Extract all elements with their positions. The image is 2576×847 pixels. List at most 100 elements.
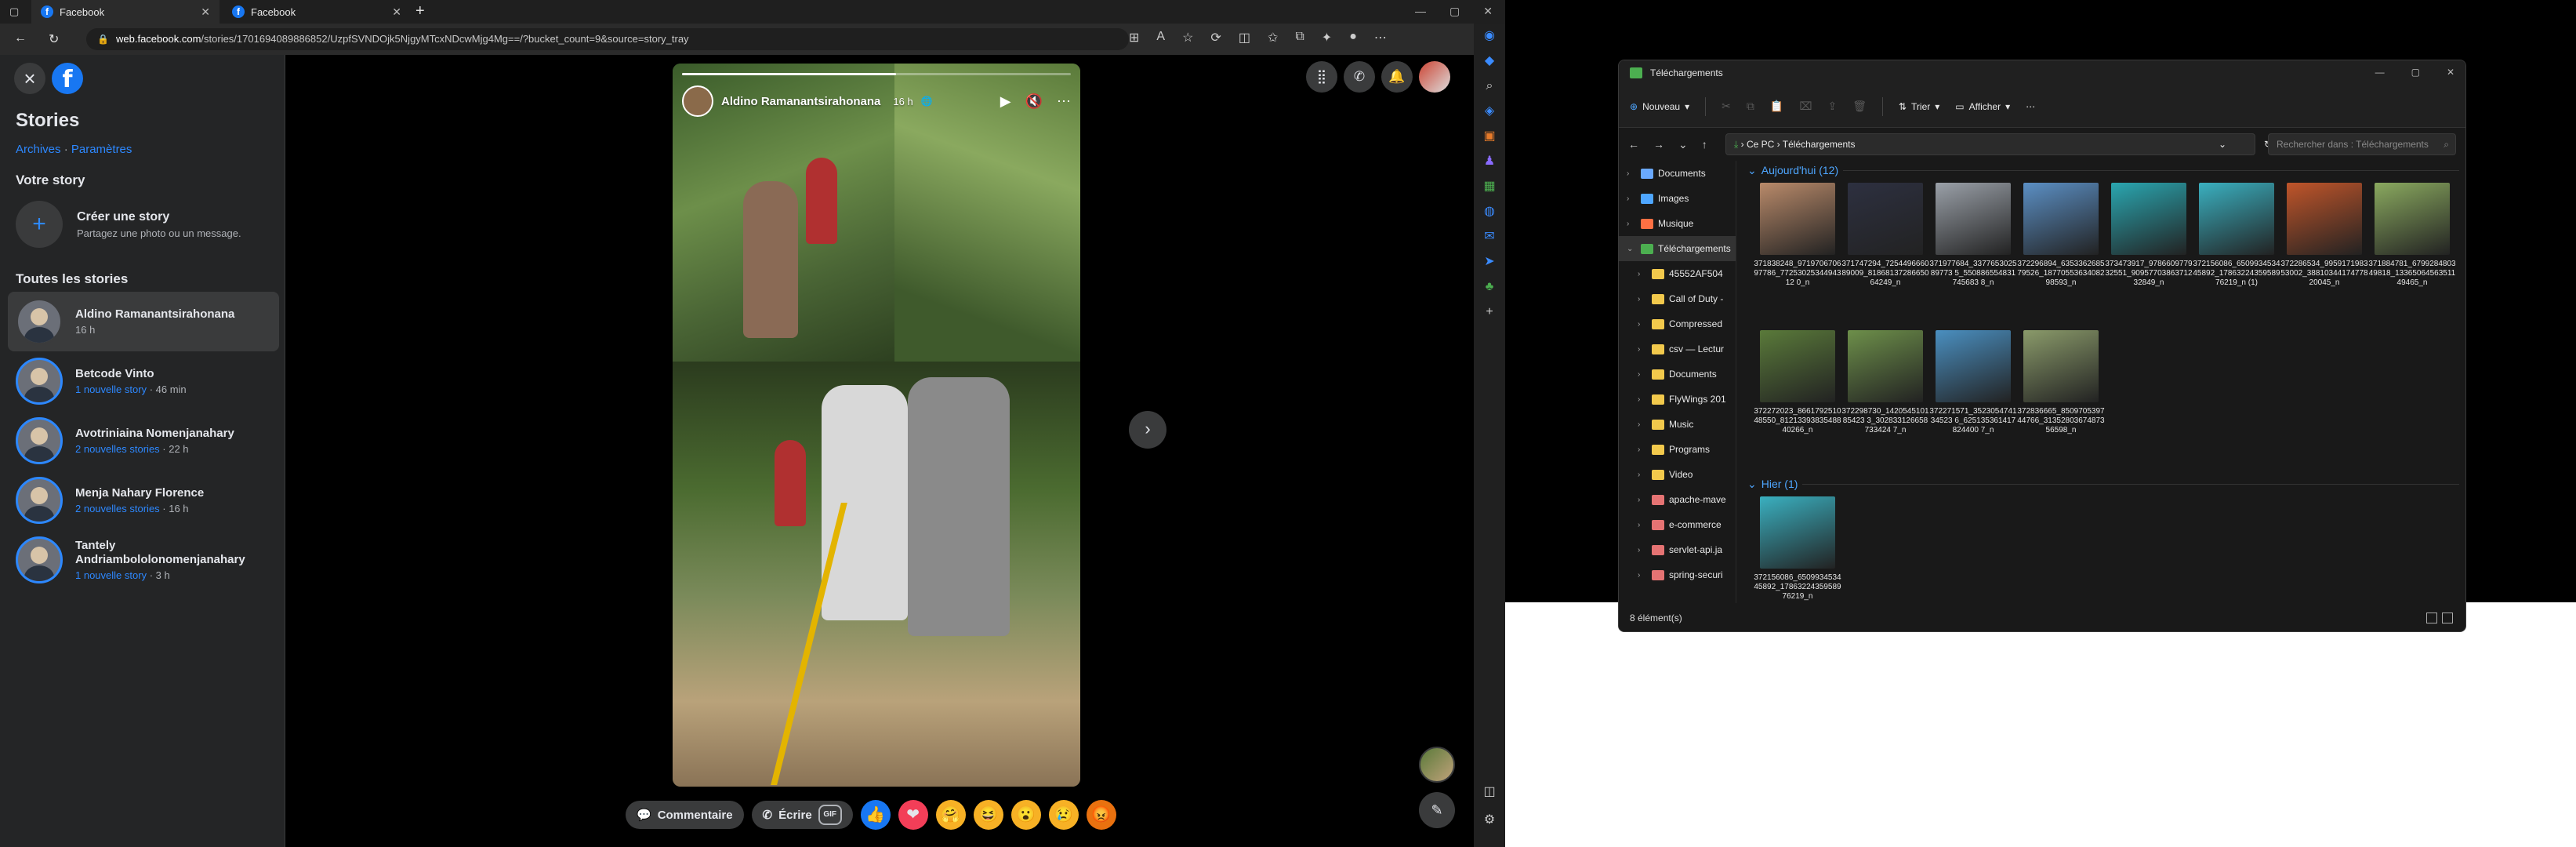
breadcrumb-current[interactable]: Téléchargements [1783, 139, 1856, 150]
new-button[interactable]: ⊕ Nouveau ▾ [1630, 101, 1689, 112]
tree-item[interactable]: › e-commerce [1619, 512, 1736, 537]
apps-icon[interactable]: ⊞ [1129, 30, 1139, 45]
copy-icon[interactable]: ⧉ [1747, 100, 1754, 113]
copilot-icon[interactable]: ◉ [1474, 24, 1505, 49]
rename-icon[interactable]: ⌧ [1799, 100, 1812, 113]
tree-item[interactable]: › Images [1619, 186, 1736, 211]
file-item[interactable]: 371747294_725449666089009_81868137286650… [1841, 180, 1929, 327]
profile-icon[interactable]: ● [1349, 30, 1357, 45]
tree-item[interactable]: ⌄ Téléchargements [1619, 236, 1736, 261]
close-window-icon[interactable]: ✕ [1483, 5, 1493, 18]
maximize-icon[interactable]: ▢ [1449, 5, 1460, 18]
file-item[interactable]: 371838248_971970670697786_77253025344943… [1754, 180, 1841, 327]
add-sidebar-icon[interactable]: + [1474, 300, 1505, 325]
tree-item[interactable]: › Musique [1619, 211, 1736, 236]
view-button[interactable]: ▭ Afficher ▾ [1955, 101, 2010, 112]
tab-actions-icon[interactable]: ▢ [9, 5, 19, 18]
chevron-right-icon[interactable]: › [1627, 194, 1636, 203]
file-item[interactable]: 372156086_650993453445892_17863224359589… [2193, 180, 2280, 327]
tree-item[interactable]: › FlyWings 201 [1619, 387, 1736, 412]
games-icon[interactable]: ♟ [1474, 149, 1505, 174]
shopping-icon[interactable]: ◈ [1474, 99, 1505, 124]
minimize-icon[interactable]: — [2375, 67, 2385, 78]
back-icon[interactable]: ← [1628, 138, 1639, 151]
chevron-right-icon[interactable]: › [1638, 496, 1647, 504]
chevron-right-icon[interactable]: › [1638, 445, 1647, 454]
chevron-right-icon[interactable]: › [1638, 370, 1647, 379]
mute-icon[interactable]: 🔇 [1025, 93, 1043, 110]
search-icon[interactable]: ⌕ [1474, 74, 1505, 99]
messenger-icon[interactable]: ✆ [1344, 61, 1375, 93]
paste-icon[interactable]: 📋 [1770, 100, 1783, 113]
sidebar-toggle-icon[interactable]: ◫ [1474, 780, 1505, 805]
story-item-tantely[interactable]: Tantely Andriambololonomenjanahary 1 nou… [8, 530, 279, 590]
archives-link[interactable]: Archives [16, 143, 61, 156]
m365-icon[interactable]: ◍ [1474, 199, 1505, 224]
search-input[interactable]: Rechercher dans : Téléchargements ⌕ [2268, 133, 2456, 155]
chevron-right-icon[interactable]: › [1638, 546, 1647, 554]
settings-icon[interactable]: ⚙ [1474, 808, 1505, 833]
wow-reaction-icon[interactable]: 😮 [1010, 800, 1041, 830]
up-icon[interactable]: ↑ [1702, 138, 1707, 151]
chevron-right-icon[interactable]: › [1638, 320, 1647, 329]
send-icon[interactable]: ➤ [1474, 249, 1505, 274]
details-view-icon[interactable] [2426, 613, 2437, 623]
play-icon[interactable]: ▶ [1000, 93, 1011, 110]
tools-icon[interactable]: ▣ [1474, 124, 1505, 149]
haha-reaction-icon[interactable]: 😆 [973, 800, 1003, 830]
file-item[interactable]: 372836665_850970539744766_31352803674873… [2017, 327, 2105, 474]
file-item[interactable]: 372298730_142054510185423 3_302833126658… [1841, 327, 1929, 474]
comment-button[interactable]: 💬 Commentaire [626, 801, 744, 829]
close-tab-icon[interactable]: ✕ [392, 5, 401, 19]
delete-icon[interactable]: 🗑 [1852, 100, 1867, 113]
share-icon[interactable]: ⇪ [1827, 100, 1837, 113]
new-tab-button[interactable]: + [415, 2, 425, 20]
tree-item[interactable]: › Music [1619, 412, 1736, 437]
file-item[interactable]: 372286534_995917198353002_38810344174778… [2280, 180, 2368, 327]
chevron-right-icon[interactable]: › [1627, 220, 1636, 228]
extensions-icon[interactable]: ✦ [1322, 30, 1332, 45]
read-aloud-icon[interactable]: A [1156, 30, 1165, 45]
notifications-bell-icon[interactable]: 🔔 [1381, 61, 1413, 93]
tab-facebook-2[interactable]: f Facebook ✕ [223, 0, 411, 24]
file-item[interactable]: 372271571_352305474134523 6_625135361417… [1929, 327, 2017, 474]
chevron-down-icon[interactable]: ⌄ [2219, 134, 2226, 154]
chevron-right-icon[interactable]: › [1638, 270, 1647, 278]
edit-story-button[interactable]: ✎ [1419, 792, 1455, 828]
create-story-button[interactable]: + Créer une story Partagez une photo ou … [16, 201, 241, 248]
chevron-right-icon[interactable]: ⌄ [1627, 245, 1636, 253]
close-stories-button[interactable]: × [14, 63, 45, 94]
file-item[interactable]: 371884781_679928480349818_13365064563511… [2368, 180, 2456, 327]
menu-grid-icon[interactable]: ⣿ [1306, 61, 1337, 93]
chevron-right-icon[interactable]: › [1638, 571, 1647, 580]
recent-chevron-icon[interactable]: ⌄ [1678, 138, 1688, 151]
file-item[interactable]: 372296894_635336268579526_18770553634082… [2017, 180, 2105, 327]
chevron-right-icon[interactable]: › [1638, 521, 1647, 529]
story-card[interactable]: Aldino Ramanantsirahonana 16 h 🌐 ▶ 🔇 ⋯ [673, 64, 1080, 787]
more-options-icon[interactable]: ⋯ [2026, 101, 2035, 112]
next-story-button[interactable]: › [1129, 411, 1166, 449]
story-item-avotriniaina[interactable]: Avotriniaina Nomenjanahary 2 nouvelles s… [8, 411, 279, 471]
facebook-logo-icon[interactable]: f [52, 63, 83, 94]
care-reaction-icon[interactable]: 🤗 [935, 800, 966, 830]
tree-item[interactable]: › Documents [1619, 161, 1736, 186]
close-window-icon[interactable]: ✕ [2447, 67, 2454, 78]
tree-icon[interactable]: ♣ [1474, 274, 1505, 300]
chevron-right-icon[interactable]: › [1638, 395, 1647, 404]
refresh-page-icon[interactable]: ⟳ [1210, 30, 1221, 45]
chevron-right-icon[interactable]: › [1638, 471, 1647, 479]
file-item[interactable]: 372272023_866179251048550_81213393835488… [1754, 327, 1841, 474]
tab-facebook-1[interactable]: f Facebook ✕ [31, 0, 220, 24]
settings-link[interactable]: Paramètres [71, 143, 132, 156]
forward-icon[interactable]: → [1653, 138, 1664, 151]
split-screen-icon[interactable]: ◫ [1239, 30, 1250, 45]
chevron-right-icon[interactable]: › [1627, 169, 1636, 178]
group-yesterday[interactable]: ⌄ Hier (1) [1744, 474, 2459, 493]
office-icon[interactable]: ▦ [1474, 174, 1505, 199]
file-item[interactable]: 371977684_337765302589773 5_550886554831… [1929, 180, 2017, 327]
tree-item[interactable]: › apache-mave [1619, 487, 1736, 512]
story-item-aldino[interactable]: Aldino Ramanantsirahonana 16 h [8, 292, 279, 351]
viewer-thumbnail[interactable] [1419, 747, 1455, 783]
tree-item[interactable]: › Programs [1619, 437, 1736, 462]
like-reaction-icon[interactable]: 👍 [860, 800, 891, 830]
